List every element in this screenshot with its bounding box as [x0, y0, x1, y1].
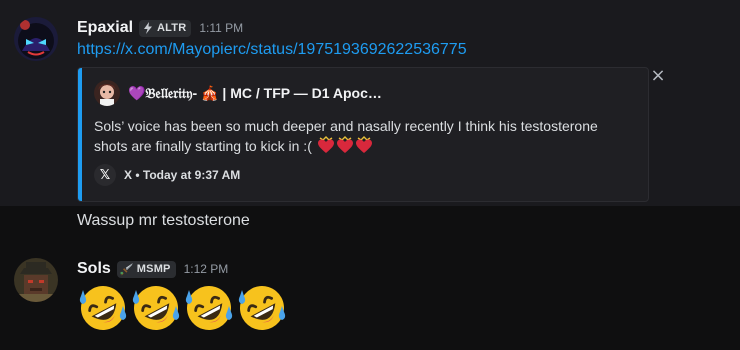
timestamp: 1:11 PM: [199, 21, 244, 35]
rolling-on-floor-laughing-icon: [185, 286, 233, 330]
timestamp: 1:12 PM: [183, 262, 229, 276]
server-tag[interactable]: ALTR: [139, 19, 192, 37]
heart-icon: [336, 136, 353, 153]
sword-icon: [120, 263, 133, 276]
embed-footer-text: X • Today at 9:37 AM: [124, 168, 241, 182]
embed-description: Sols’ voice has been so much deeper and …: [94, 116, 634, 156]
emoji-row: [77, 282, 289, 334]
avatar[interactable]: [14, 258, 58, 302]
server-tag[interactable]: MSMP: [116, 260, 176, 278]
hearts-emoji-group: [316, 136, 373, 154]
embed-author[interactable]: 💜𝔅𝔢𝔩𝔩𝔢𝔯𝔦𝔱𝔶- 🎪 | MC / TFP — D1 Apoc…: [94, 80, 382, 106]
tag-label: MSMP: [136, 263, 171, 275]
rolling-on-floor-laughing-icon: [238, 286, 286, 330]
remove-embed-icon[interactable]: ×: [650, 67, 666, 85]
embed-author-avatar: [94, 80, 120, 106]
embed-footer: 𝕏 X • Today at 9:37 AM: [94, 164, 240, 186]
rolling-on-floor-laughing-icon: [79, 286, 127, 330]
tag-label: ALTR: [157, 22, 187, 34]
avatar[interactable]: [14, 17, 58, 61]
rolling-on-floor-laughing-icon: [132, 286, 180, 330]
link-embed[interactable]: 💜𝔅𝔢𝔩𝔩𝔢𝔯𝔦𝔱𝔶- 🎪 | MC / TFP — D1 Apoc… Sols…: [77, 67, 649, 202]
tweet-link[interactable]: https://x.com/Mayopierc/status/197519369…: [77, 41, 467, 59]
username[interactable]: Epaxial: [77, 19, 133, 37]
embed-accent-bar: [78, 68, 82, 201]
lightning-icon: [144, 22, 153, 34]
message-text: Wassup mr testosterone: [77, 212, 250, 229]
heart-icon: [317, 136, 334, 153]
username[interactable]: Sols: [77, 260, 111, 278]
heart-icon: [355, 136, 372, 153]
embed-author-name: 💜𝔅𝔢𝔩𝔩𝔢𝔯𝔦𝔱𝔶- 🎪 | MC / TFP — D1 Apoc…: [128, 84, 382, 101]
x-logo-icon: 𝕏: [94, 164, 116, 186]
